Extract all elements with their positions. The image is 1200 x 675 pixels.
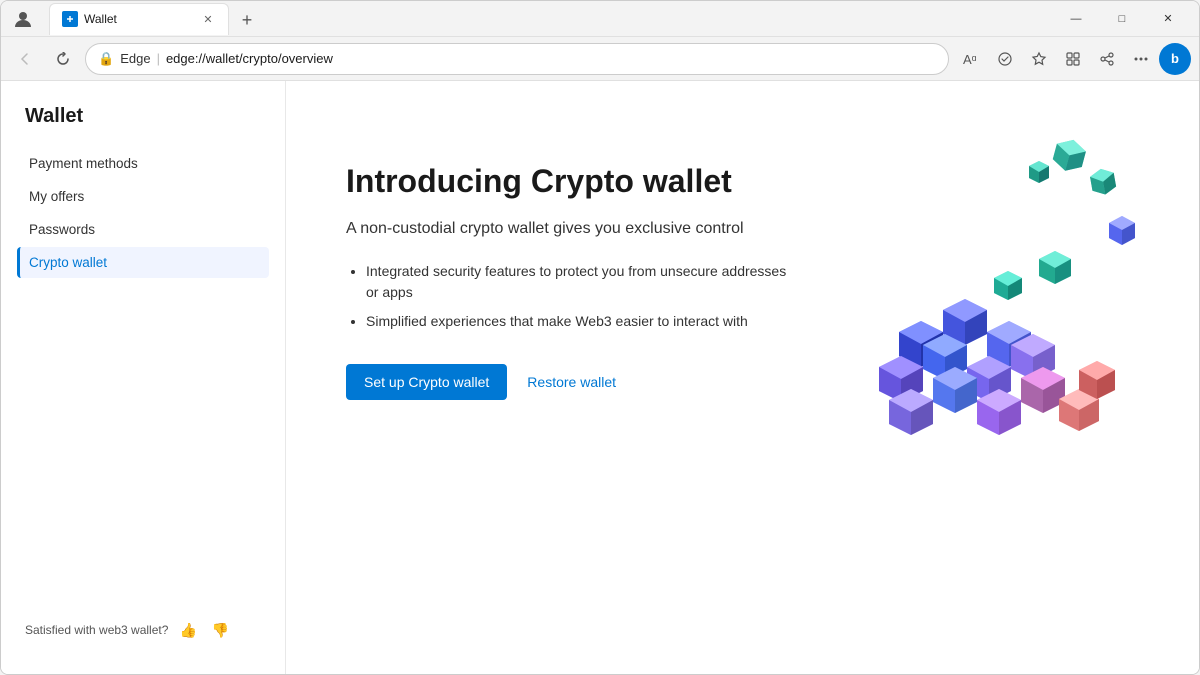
restore-wallet-button[interactable]: Restore wallet [527,374,616,390]
action-buttons: Set up Crypto wallet Restore wallet [346,364,799,400]
address-separator: | [157,51,160,66]
sidebar-item-my-offers[interactable]: My offers [17,181,269,212]
tab-favicon [62,11,78,27]
feature-item-2: Simplified experiences that make Web3 ea… [366,311,799,332]
sidebar-item-passwords[interactable]: Passwords [17,214,269,245]
profile-button[interactable] [9,5,37,33]
toolbar: 🔒 Edge | edge://wallet/crypto/overview A… [1,37,1199,81]
sidebar: Wallet Payment methods My offers Passwor… [1,81,286,674]
sidebar-item-payment-methods[interactable]: Payment methods [17,148,269,179]
address-url: edge://wallet/crypto/overview [166,51,936,66]
new-tab-button[interactable]: + [233,7,261,35]
thumbs-down-button[interactable]: 👎 [208,618,232,642]
tracking-prevention-icon[interactable] [989,43,1021,75]
feedback-row: Satisfied with web3 wallet? 👍 👎 [17,610,269,650]
close-button[interactable]: ✕ [1145,1,1191,37]
tab-close-button[interactable]: ✕ [200,11,216,27]
minimize-button[interactable]: — [1053,1,1099,37]
window-controls: — □ ✕ [1053,1,1191,37]
reader-mode-icon[interactable]: Aᵅ [955,43,987,75]
crypto-wallet-illustration [799,121,1149,501]
intro-section: Introducing Crypto wallet A non-custodia… [346,141,799,400]
security-icon: 🔒 [98,51,114,67]
main-area: Introducing Crypto wallet A non-custodia… [286,81,1199,674]
maximize-button[interactable]: □ [1099,1,1145,37]
favorites-icon[interactable] [1023,43,1055,75]
sidebar-nav: Payment methods My offers Passwords Cryp… [17,148,269,610]
feedback-label: Satisfied with web3 wallet? [25,623,168,637]
refresh-button[interactable] [47,43,79,75]
thumbs-up-button[interactable]: 👍 [176,618,200,642]
tab-strip: Wallet ✕ + [49,3,1045,35]
more-options-icon[interactable] [1125,43,1157,75]
bing-button[interactable]: b [1159,43,1191,75]
page-content: Wallet Payment methods My offers Passwor… [1,81,1199,674]
tab-title: Wallet [84,12,194,26]
collections-icon[interactable] [1057,43,1089,75]
address-bar[interactable]: 🔒 Edge | edge://wallet/crypto/overview [85,43,949,75]
intro-subtitle: A non-custodial crypto wallet gives you … [346,217,799,241]
setup-crypto-wallet-button[interactable]: Set up Crypto wallet [346,364,507,400]
title-bar: Wallet ✕ + — □ ✕ [1,1,1199,37]
feature-item-1: Integrated security features to protect … [366,261,799,303]
feature-list: Integrated security features to protect … [346,261,799,332]
sidebar-title: Wallet [17,105,269,128]
share-icon[interactable] [1091,43,1123,75]
edge-brand-label: Edge [120,51,150,66]
back-button[interactable] [9,43,41,75]
browser-window: Wallet ✕ + — □ ✕ 🔒 Edge | edge://wallet/… [0,0,1200,675]
sidebar-item-crypto-wallet[interactable]: Crypto wallet [17,247,269,278]
toolbar-icons: Aᵅ b [955,43,1191,75]
intro-title: Introducing Crypto wallet [346,161,799,201]
active-tab[interactable]: Wallet ✕ [49,3,229,35]
svg-text:Aᵅ: Aᵅ [963,52,977,67]
